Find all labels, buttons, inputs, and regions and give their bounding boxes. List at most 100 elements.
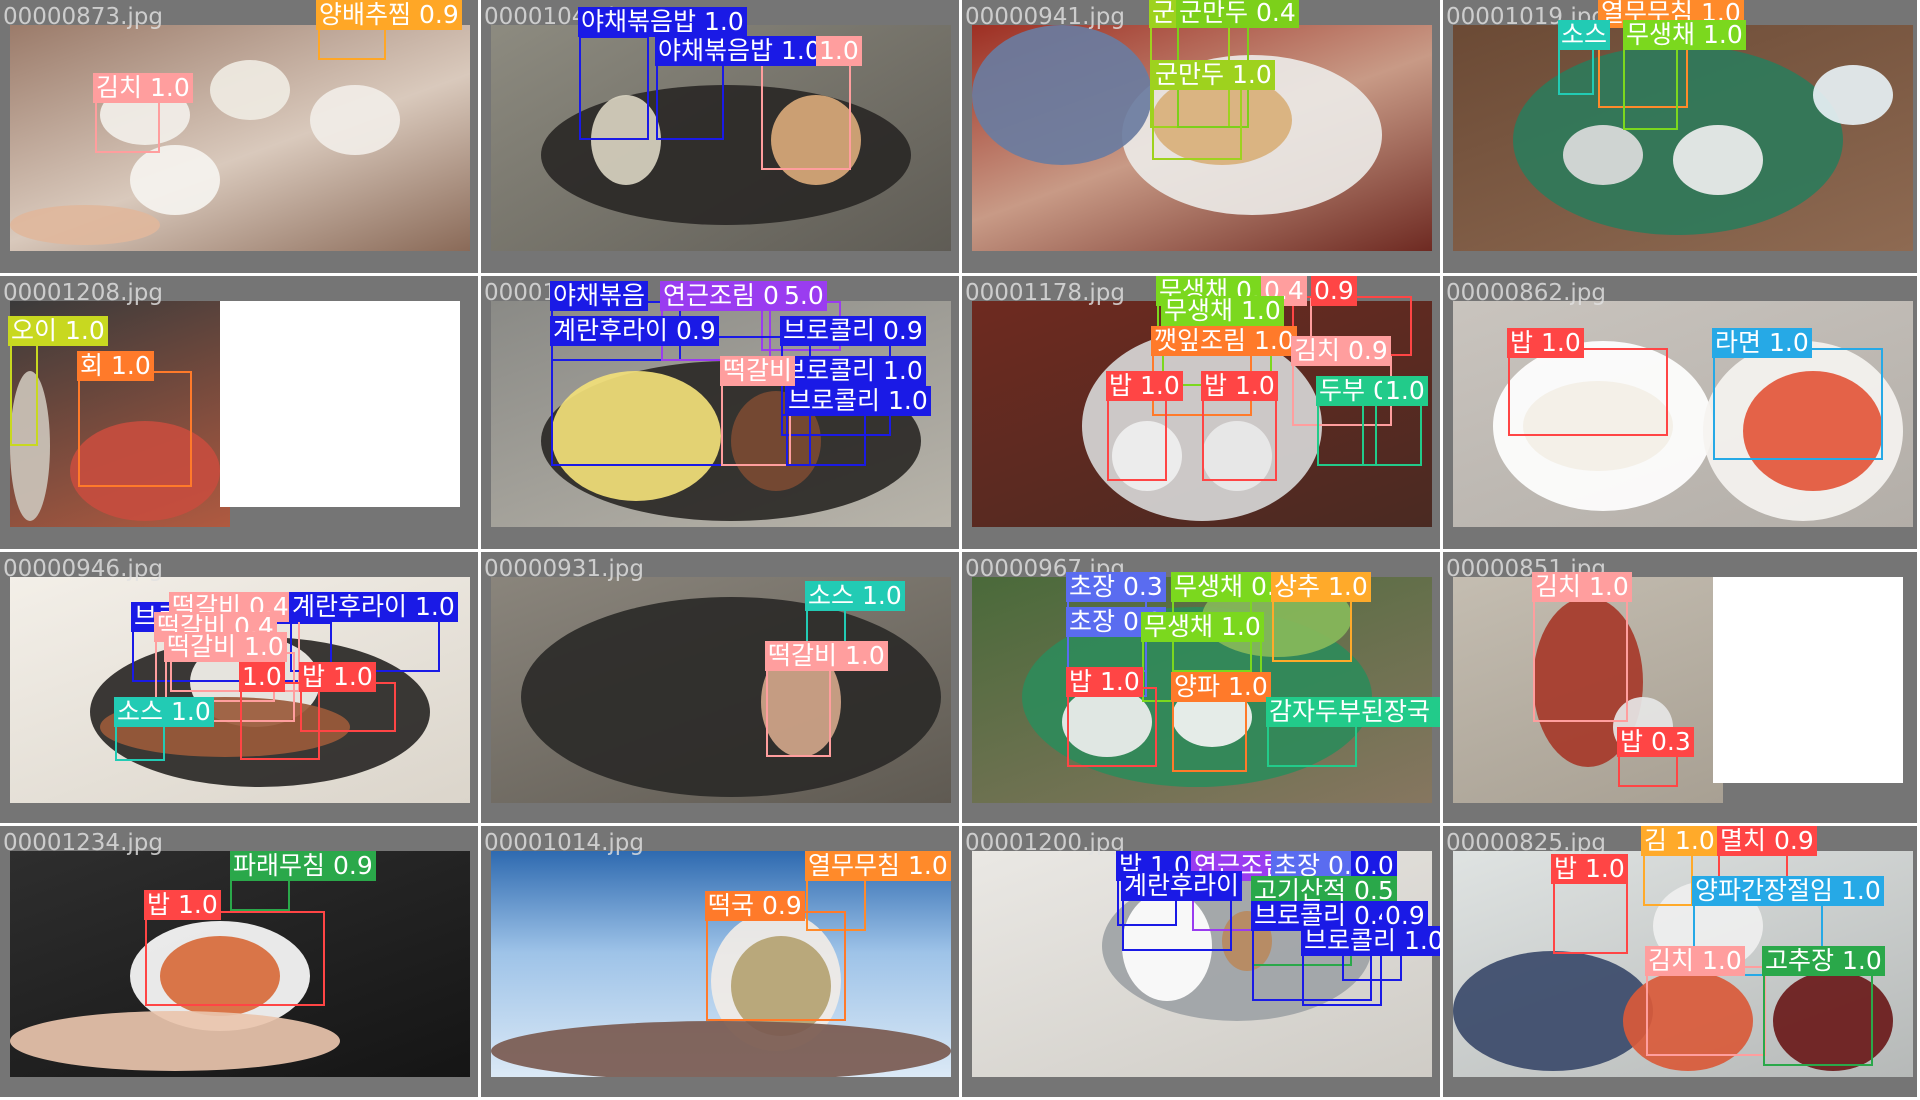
class-name: 군만두 xyxy=(1155,60,1225,89)
image-filename: 00001208.jpg xyxy=(3,280,163,306)
detection-label: 김치 1.0 xyxy=(93,73,193,103)
detection-label: 오이 1.0 xyxy=(8,316,108,346)
detection-label: 무생채 1.0 xyxy=(1161,296,1284,326)
class-name: 깻잎조림 xyxy=(1154,326,1247,355)
confidence-score: 1.0 xyxy=(703,7,744,36)
detection-label: 초장 0.3 xyxy=(1066,572,1166,602)
result-cell: 00000941.jpg군만두 1.0군만두 0.4군만두 1.0 xyxy=(962,0,1443,276)
photo-region xyxy=(1673,125,1763,195)
confidence-score: 1.0 xyxy=(1702,20,1743,49)
confidence-score: 1.0 xyxy=(1540,328,1581,357)
detection-label: 떡갈비 1.0 xyxy=(765,641,888,671)
detection-box xyxy=(1623,40,1678,130)
photo-region xyxy=(310,85,400,155)
detection-label: 밥 1.0 xyxy=(1551,854,1628,884)
detection-label: 김치 1.0 xyxy=(1532,572,1632,602)
result-cell: 00000967.jpg초장 0.3무생채 0.4상추 1.0초장 0.9무생채… xyxy=(962,552,1443,826)
confidence-score: 1.0 xyxy=(907,851,948,880)
photo-region xyxy=(491,1021,951,1077)
class-name: 계란후라이 xyxy=(1124,871,1240,900)
confidence-score: 0.9 xyxy=(1347,336,1388,365)
result-cell: 00000946.jpg브로떡갈비 0.4계란후라이 1.0떡갈비 0.4떡갈비… xyxy=(0,552,481,826)
class-name: 브로콜리 xyxy=(788,386,881,415)
image-filename: 00000931.jpg xyxy=(484,556,644,582)
detection-box xyxy=(240,682,320,760)
detection-label: 브로콜리 1.0 xyxy=(785,386,931,416)
confidence-score: 1.0 xyxy=(1403,926,1443,955)
confidence-score: 0.9 xyxy=(761,891,802,920)
class-name: 떡갈비 xyxy=(768,641,838,670)
class-name: 무생채 xyxy=(1164,296,1234,325)
image-filename: 00001234.jpg xyxy=(3,830,163,856)
detection-label: 1.0 xyxy=(1382,376,1428,406)
class-name: 계란후라이 xyxy=(292,592,408,621)
confidence-score: 1.0 xyxy=(332,662,373,691)
class-name: 무생채 xyxy=(1174,572,1244,601)
photo-region xyxy=(10,205,160,245)
detection-label: 소스 1.0 xyxy=(805,581,905,611)
detection-box xyxy=(1533,592,1628,722)
class-name: 밥 xyxy=(147,890,171,919)
detection-label: 양배추찜 0.9 xyxy=(316,0,462,30)
confidence-score: 1.0 xyxy=(1253,326,1294,355)
detection-label: 야채볶음 xyxy=(550,281,649,311)
photo-region xyxy=(1563,125,1643,185)
detection-label: 1.0 xyxy=(239,662,285,692)
class-name: 야채볶음밥 xyxy=(658,36,774,65)
class-name: 밥 xyxy=(302,662,326,691)
confidence-score: 1.0 xyxy=(844,641,885,670)
detection-label: 무생채 1.0 xyxy=(1623,20,1746,50)
detection-box xyxy=(1508,348,1668,436)
class-name: 떡국 xyxy=(708,891,755,920)
detection-label: 계란후라이 xyxy=(1121,871,1243,901)
class-name: 김치 xyxy=(1535,572,1582,601)
result-cell: 00001019.jpg 열무무침 1.0 소스 무생채 1.0 xyxy=(1443,0,1920,276)
confidence-score: 1.0 xyxy=(882,356,923,385)
confidence-score: 0.9 xyxy=(418,0,459,29)
confidence-score: 1.0 xyxy=(149,73,190,102)
confidence-score: 0.3 xyxy=(1122,572,1163,601)
class-name: 양파 xyxy=(1174,672,1221,701)
class-name: 소스 xyxy=(1561,20,1608,49)
detection-label: 0.9 xyxy=(1311,276,1357,306)
confidence-score: 1.0 xyxy=(1220,612,1261,641)
detection-label: 브로콜리 0.9 xyxy=(780,316,926,346)
detection-box xyxy=(706,911,846,1021)
detection-label: 떡국 0.9 xyxy=(705,891,805,921)
class-name: 야채볶음 xyxy=(553,281,646,310)
detection-box xyxy=(1362,396,1422,466)
detection-label: 회 1.0 xyxy=(77,351,154,381)
image-filename: 00001014.jpg xyxy=(484,830,644,856)
detection-label: 계란후라이 1.0 xyxy=(289,592,458,622)
detection-label: 고추장 1.0 xyxy=(1762,946,1885,976)
detection-label: 브로콜리 1.0 xyxy=(780,356,926,386)
detection-box xyxy=(1152,80,1242,160)
confidence-score: 1.0 xyxy=(819,36,859,65)
class-name: 밥 xyxy=(1204,371,1228,400)
confidence-score: 1.0 xyxy=(170,697,211,726)
confidence-score: 1.0 xyxy=(1240,296,1281,325)
detection-box xyxy=(766,662,831,757)
confidence-score: 0.9 xyxy=(882,316,923,345)
detection-label: 야채볶음밥 1.0 xyxy=(655,36,824,66)
detection-label: 밥 1.0 xyxy=(1507,328,1584,358)
photo-region xyxy=(521,597,941,797)
class-name: 소스 xyxy=(808,581,855,610)
class-name: 양배추찜 xyxy=(319,0,412,29)
detection-box xyxy=(10,336,38,446)
class-name: 라면 xyxy=(1715,328,1762,357)
class-name: 고추장 xyxy=(1765,946,1835,975)
detection-label: 브로콜리 1.0 xyxy=(1301,926,1443,956)
detection-label: 1.0 xyxy=(816,36,862,66)
image-filename: 00000825.jpg xyxy=(1446,830,1606,856)
confidence-score: 1.0 xyxy=(887,386,928,415)
image-filename: 00000873.jpg xyxy=(3,4,163,30)
photo-region xyxy=(210,60,290,120)
class-name: 김 xyxy=(1644,826,1668,855)
class-name: 무생채 xyxy=(1144,612,1214,641)
padding-area xyxy=(1713,577,1903,783)
photo-region xyxy=(972,25,1152,165)
confidence-score: 1.0 xyxy=(1234,371,1275,400)
detection-label: 소스 1.0 xyxy=(114,697,214,727)
class-name: 연근조림 xyxy=(663,281,756,310)
